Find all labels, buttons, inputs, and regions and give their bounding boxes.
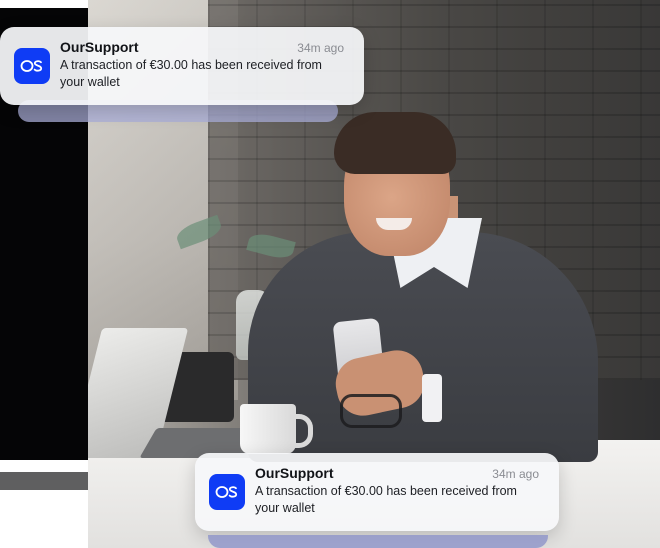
notification-card[interactable]: OurSupport 34m ago A transaction of €30.… [0, 27, 364, 105]
os-logo-icon [215, 486, 238, 498]
notification-time: 34m ago [492, 467, 539, 481]
notification-card[interactable]: OurSupport 34m ago A transaction of €30.… [195, 453, 559, 531]
notification-content: OurSupport 34m ago A transaction of €30.… [60, 39, 350, 91]
notification-message: A transaction of €30.00 has been receive… [60, 58, 322, 89]
os-logo-icon [20, 60, 43, 72]
notification-app-name: OurSupport [60, 39, 139, 55]
notification-time: 34m ago [297, 41, 344, 55]
notification-header: OurSupport 34m ago [255, 465, 545, 481]
notification-content: OurSupport 34m ago A transaction of €30.… [255, 465, 545, 517]
coffee-mug-handle [290, 414, 313, 448]
coffee-mug [240, 404, 296, 454]
oursupport-app-icon [14, 48, 50, 84]
notification-stack-shadow [208, 535, 548, 548]
shirt-cuff [422, 374, 442, 422]
notification-header: OurSupport 34m ago [60, 39, 350, 55]
man-hair [334, 112, 456, 174]
marketing-scene: OurSupport 34m ago A transaction of €30.… [0, 0, 660, 548]
grey-accent-strip [0, 472, 88, 490]
eyeglasses [340, 394, 402, 428]
notification-message: A transaction of €30.00 has been receive… [255, 484, 517, 515]
notification-app-name: OurSupport [255, 465, 334, 481]
oursupport-app-icon [209, 474, 245, 510]
